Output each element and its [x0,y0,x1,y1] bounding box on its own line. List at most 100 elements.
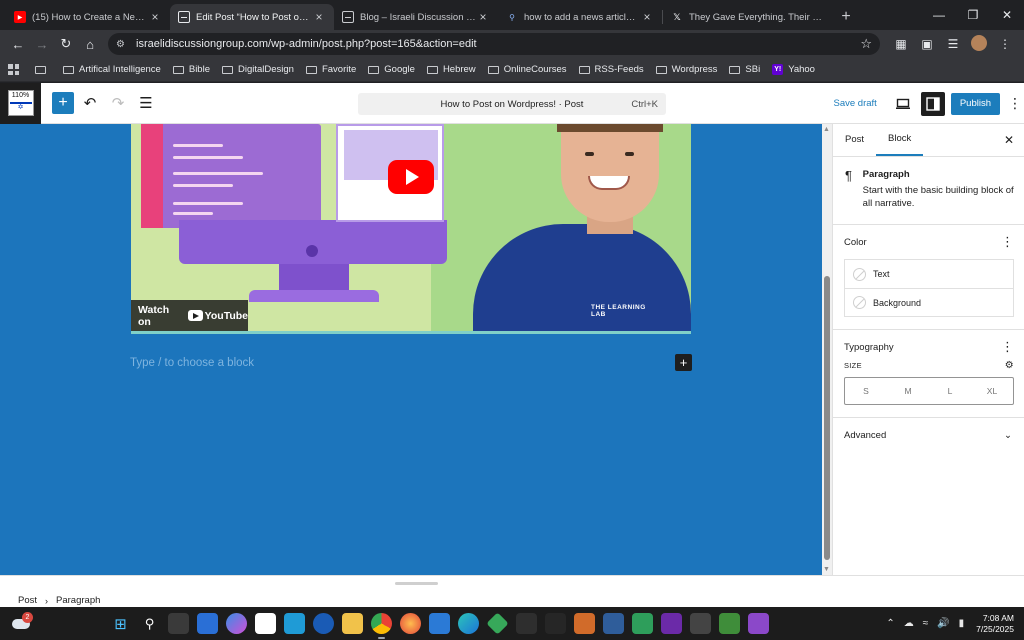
battery-icon[interactable]: ▮ [959,618,965,629]
bookmark-folder[interactable]: DigitalDesign [221,64,294,75]
app-icon-purple[interactable] [748,613,769,634]
restore-icon[interactable]: ❐ [956,0,990,30]
site-info-icon[interactable]: ⚙ [116,39,130,50]
chevron-up-icon[interactable]: ⌃ [886,618,894,629]
size-option-s[interactable]: S [845,378,887,404]
profile-avatar[interactable] [966,34,992,54]
scrollbar-thumb[interactable] [824,276,830,560]
publish-button[interactable]: Publish [950,92,1000,115]
youtube-embed[interactable]: THE LEARNING LAB Watch on YouTube [131,124,691,334]
app-icon-chart[interactable] [719,613,740,634]
bookmark-folder[interactable]: SBi [729,64,760,75]
size-option-l[interactable]: L [929,378,971,404]
app-icon-mountain[interactable] [545,613,566,634]
settings-toggle-button[interactable] [920,91,945,116]
save-draft-button[interactable]: Save draft [834,98,877,109]
scroll-up-icon[interactable]: ▲ [823,126,830,133]
firefox-icon[interactable] [400,613,421,634]
bookmark-folder-untitled[interactable] [35,65,51,74]
reading-mode-icon[interactable]: ▣ [914,37,940,51]
app-icon-green-diamond[interactable] [486,612,509,635]
tab-post[interactable]: Post [833,123,876,156]
watch-on-youtube-button[interactable]: Watch on YouTube [131,300,248,331]
bookmark-folder[interactable]: Favorite [305,64,356,75]
color-options-icon[interactable]: ⋮ [1001,234,1014,250]
background-color-button[interactable]: Background [845,288,1013,316]
bookmark-folder[interactable]: Wordpress [655,64,717,75]
browser-tab-blog[interactable]: Blog – Israeli Discussion Group × [334,4,498,30]
browser-tab-edit-post[interactable]: Edit Post “How to Post on Word × [170,4,334,30]
redo-button[interactable]: ↷ [104,94,132,112]
close-sidebar-icon[interactable]: ✕ [1004,133,1014,147]
browser-tab-search[interactable]: ⚲ how to add a news article in a b × [498,4,662,30]
edge-icon[interactable] [458,613,479,634]
bookmark-folder[interactable]: RSS-Feeds [578,64,644,75]
affinity-icon[interactable] [661,613,682,634]
command-palette-bar[interactable]: How to Post on Wordpress! · Post Ctrl+K [358,93,666,115]
back-button[interactable]: ← [6,32,30,56]
resize-handle[interactable] [395,582,438,585]
empty-block-placeholder[interactable]: Type / to choose a block [130,357,254,369]
task-view-icon[interactable] [168,613,189,634]
bookmark-folder[interactable]: Artifical Intelligence [63,64,161,75]
close-window-icon[interactable]: ✕ [990,0,1024,30]
text-color-button[interactable]: Text [845,260,1013,288]
url-text[interactable]: israelidiscussiongroup.com/wp-admin/post… [136,38,860,50]
document-overview-button[interactable]: ☰ [132,94,160,112]
volume-icon[interactable]: 🔊 [937,618,949,629]
bookmark-yahoo[interactable]: Y! Yahoo [772,64,815,75]
close-tab-icon[interactable]: × [148,10,162,24]
vscode-icon[interactable] [429,613,450,634]
app-icon-blue-round[interactable] [313,613,334,634]
size-option-xl[interactable]: XL [971,378,1013,404]
bookmark-folder[interactable]: OnlineCourses [487,64,567,75]
advanced-panel-toggle[interactable]: Advanced ⌄ [833,418,1024,452]
onedrive-icon[interactable]: ☁ [904,618,914,629]
bookmark-folder[interactable]: Google [368,64,415,75]
preview-button[interactable] [891,92,915,116]
file-explorer-icon[interactable] [342,613,363,634]
network-app-icon[interactable] [603,613,624,634]
app-icon-gray[interactable] [690,613,711,634]
browser-menu-icon[interactable]: ⋮ [992,37,1018,51]
copilot-icon[interactable] [226,613,247,634]
bookmark-folder[interactable]: Hebrew [426,64,476,75]
youtube-play-icon[interactable] [388,160,434,194]
tab-block[interactable]: Block [876,123,924,156]
canvas-scrollbar[interactable]: ▲ ▼ [822,124,832,575]
app-icon-orange[interactable] [574,613,595,634]
browser-tab-youtube[interactable]: ▶ (15) How to Create a New Post × [6,4,170,30]
search-icon[interactable]: ⚲ [139,613,160,634]
menu-cast-icon[interactable]: ☰ [940,37,966,51]
home-button[interactable]: ⌂ [78,32,102,56]
forward-button[interactable]: → [30,32,54,56]
site-logo-button[interactable]: 110% ✡ [0,82,41,124]
block-inserter-button[interactable]: + [52,92,74,114]
options-menu-icon[interactable]: ⋮ [1006,95,1024,112]
chrome-icon[interactable] [371,613,392,639]
breadcrumb-paragraph[interactable]: Paragraph [56,595,100,606]
extensions-icon[interactable]: ▦ [888,37,914,51]
scroll-down-icon[interactable]: ▼ [823,566,830,573]
wifi-icon[interactable]: ≈ [923,618,929,629]
typography-options-icon[interactable]: ⋮ [1001,339,1014,355]
inline-block-inserter-button[interactable]: + [675,354,692,371]
apps-shortcut[interactable] [8,64,23,75]
weather-widget[interactable]: 2 [12,612,34,634]
address-bar[interactable]: ⚙ israelidiscussiongroup.com/wp-admin/po… [108,33,880,55]
new-tab-button[interactable]: + [833,4,859,30]
reload-button[interactable]: ↻ [54,32,78,56]
widgets-icon[interactable] [197,613,218,634]
store-icon[interactable] [255,613,276,634]
bookmark-star-icon[interactable]: ☆ [860,36,872,52]
spreadsheet-app-icon[interactable] [632,613,653,634]
app-icon-dark[interactable] [516,613,537,634]
app-icon-teal[interactable] [284,613,305,634]
start-icon[interactable]: ⊞ [110,613,131,634]
breadcrumb-post[interactable]: Post [18,595,37,606]
bookmark-folder[interactable]: Bible [172,64,210,75]
close-tab-icon[interactable]: × [312,10,326,24]
taskbar-clock[interactable]: 7:08 AM 7/25/2025 [976,613,1014,635]
close-tab-icon[interactable]: × [640,10,654,24]
size-option-m[interactable]: M [887,378,929,404]
